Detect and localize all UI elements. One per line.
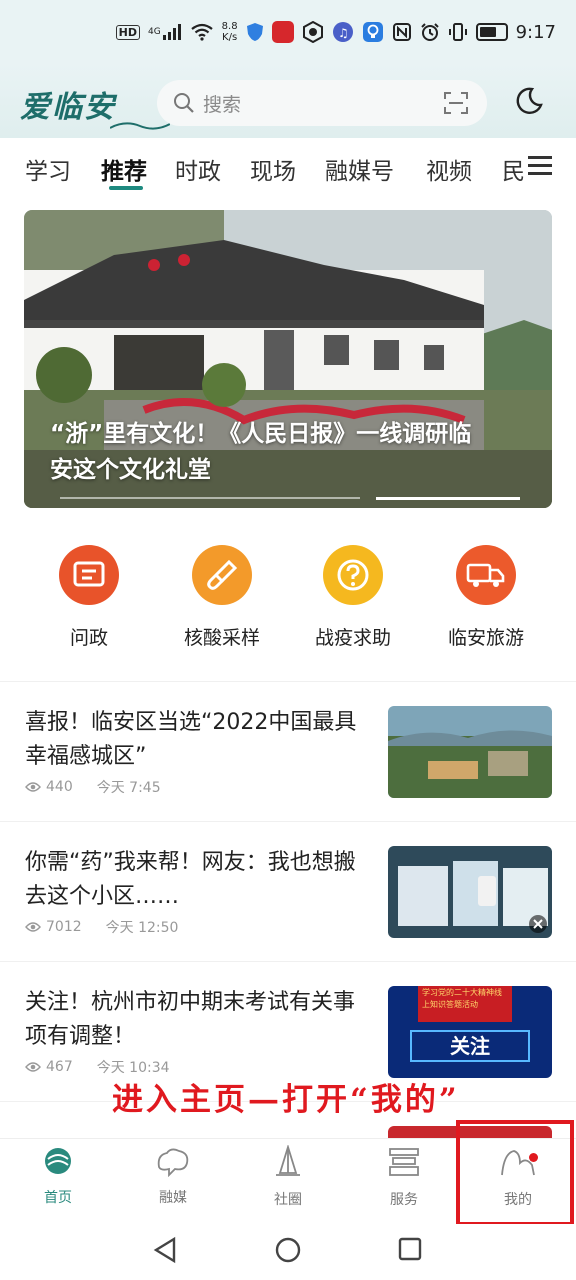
news-item[interactable]: 你需“药”我来帮！网友：我也想搬去这个小区…… 7012 今天 12:50 [0, 821, 576, 961]
news-title: 你需“药”我来帮！网友：我也想搬去这个小区…… [25, 850, 356, 909]
tab-video[interactable]: 视频 [426, 152, 472, 186]
test-tube-icon [192, 545, 252, 605]
tab-scene[interactable]: 现场 [250, 152, 296, 186]
red-app-icon [271, 21, 294, 43]
news-thumbnail [388, 706, 552, 798]
vibrate-icon [448, 22, 468, 42]
back-icon[interactable] [152, 1236, 178, 1264]
quick-links: 问政 核酸采样 战疫求助 临安旅游 [0, 545, 576, 660]
news-meta: 7012 今天 12:50 [25, 917, 178, 937]
publish-time: 今天 7:45 [96, 780, 161, 796]
quick-link-inquiry[interactable]: 问政 [29, 545, 149, 650]
document-icon [59, 545, 119, 605]
tutorial-annotation: 进入主页—打开“我的” [112, 1082, 460, 1118]
category-tabs: 学习 推荐 时政 现场 融媒号 视频 民 [0, 140, 576, 196]
banner-carousel[interactable]: “浙”里有文化！《人民日报》一线调研临 安这个文化礼堂 [24, 210, 552, 508]
search-placeholder: 搜索 [203, 93, 242, 116]
nav-community[interactable]: 社圈 [248, 1143, 328, 1209]
home-icon [45, 1148, 71, 1174]
search-icon [174, 93, 194, 113]
nav-home[interactable]: 首页 [18, 1145, 98, 1207]
app-logo: 爱临安 [20, 90, 116, 125]
battery-icon [475, 23, 508, 41]
dark-mode-icon[interactable] [514, 86, 544, 116]
tab-people[interactable]: 民 [502, 152, 525, 186]
view-count: 440 [46, 779, 73, 795]
highlight-box [456, 1120, 574, 1226]
tab-recommend[interactable]: 推荐 [101, 152, 147, 186]
tab-politics[interactable]: 时政 [175, 152, 221, 186]
hexagon-app-icon [302, 21, 324, 43]
tab-media[interactable]: 融媒号 [325, 152, 394, 186]
shield-app-icon [246, 22, 264, 42]
menu-icon[interactable] [528, 154, 552, 176]
system-navigation [0, 1224, 576, 1280]
search-bar[interactable]: 搜索 [157, 80, 487, 126]
publish-time: 今天 12:50 [105, 920, 179, 936]
nav-media[interactable]: 融媒 [133, 1145, 213, 1207]
nfc-icon [392, 22, 412, 42]
news-thumbnail: 学习党的二十大精神线上知识答题活动 关注 [388, 986, 552, 1078]
news-meta: 440 今天 7:45 [25, 777, 161, 797]
banner-title: “浙”里有文化！《人民日报》一线调研临 安这个文化礼堂 [50, 421, 472, 483]
svg-text:♫: ♫ [338, 26, 349, 40]
carousel-indicator [60, 497, 520, 500]
news-thumbnail [388, 846, 552, 938]
close-icon[interactable] [528, 914, 548, 934]
news-title: 关注！杭州市初中期末考试有关事项有调整！ [25, 990, 356, 1049]
wifi-icon [190, 23, 214, 41]
status-bar: HD 4G 8.8 K/s ♫ 9:17 [0, 0, 576, 64]
active-tab-indicator [109, 186, 143, 190]
news-title: 喜报！临安区当选“2022中国最具幸福感城区” [25, 710, 357, 769]
quick-link-travel[interactable]: 临安旅游 [426, 545, 546, 650]
nav-service[interactable]: 服务 [364, 1145, 444, 1209]
tab-study[interactable]: 学习 [25, 152, 71, 186]
eye-icon [25, 922, 41, 932]
home-button-icon[interactable] [274, 1236, 302, 1264]
view-count: 7012 [46, 919, 82, 935]
news-item[interactable]: 喜报！临安区当选“2022中国最具幸福感城区” 440 今天 7:45 [0, 681, 576, 821]
quick-link-help[interactable]: 战疫求助 [293, 545, 413, 650]
hd-indicator: HD [115, 24, 140, 40]
alarm-icon [420, 22, 440, 42]
eye-icon [25, 1062, 41, 1072]
recents-icon[interactable] [397, 1236, 423, 1262]
media-icon [157, 1148, 189, 1178]
clock: 9:17 [515, 21, 556, 43]
question-icon [323, 545, 383, 605]
community-icon [276, 1143, 300, 1176]
thumb-badge: 学习党的二十大精神线上知识答题活动 [418, 986, 512, 1022]
truck-icon [456, 545, 516, 605]
view-count: 467 [46, 1059, 73, 1075]
logo-wave-decoration [110, 122, 170, 130]
service-icon [389, 1148, 419, 1176]
signal-icon: 4G [148, 24, 182, 40]
eye-icon [25, 782, 41, 792]
network-speed: 8.8 K/s [221, 21, 238, 43]
music-app-icon: ♫ [332, 21, 354, 43]
app-header: 爱临安 搜索 [0, 64, 576, 138]
bulb-app-icon [362, 21, 384, 43]
scan-icon[interactable] [443, 91, 469, 115]
thumb-text: 关注 [410, 1030, 530, 1062]
quick-link-nucleic[interactable]: 核酸采样 [162, 545, 282, 650]
